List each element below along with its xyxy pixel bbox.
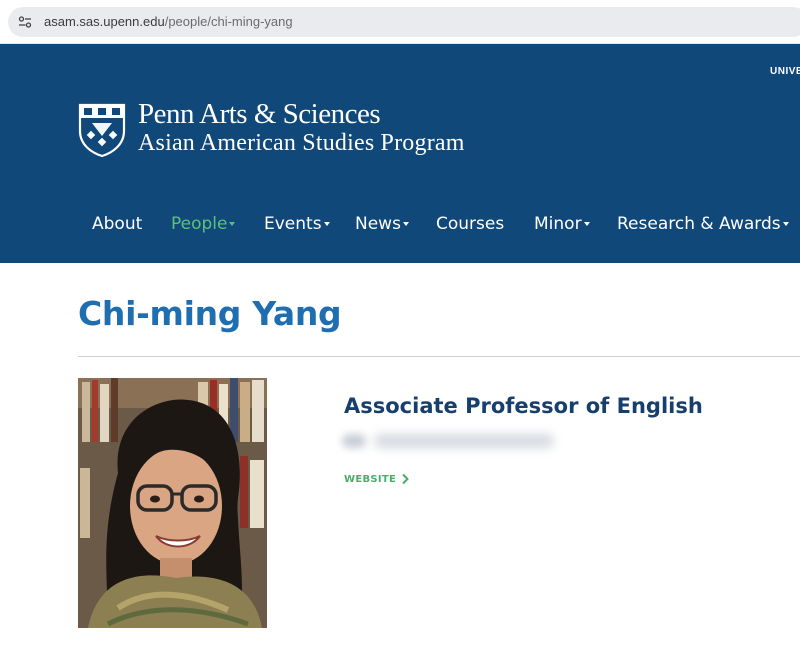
caret-down-icon	[782, 222, 789, 226]
address-bar[interactable]: asam.sas.upenn.edu/people/chi-ming-yang	[8, 7, 800, 37]
penn-shield-logo[interactable]	[78, 103, 126, 158]
caret-down-icon	[323, 222, 330, 226]
caret-down-icon	[402, 222, 409, 226]
title-divider	[78, 356, 800, 357]
email-text-blurred	[374, 434, 554, 448]
url-path: /people/chi-ming-yang	[164, 14, 293, 29]
nav-item-label: People	[171, 214, 228, 234]
university-link[interactable]: UNIVE	[770, 66, 800, 77]
nav-item-people[interactable]: People	[171, 214, 236, 234]
program-name[interactable]: Asian American Studies Program	[138, 130, 465, 157]
browser-toolbar: asam.sas.upenn.edu/people/chi-ming-yang	[0, 0, 800, 44]
job-title: Associate Professor of English	[344, 394, 703, 418]
nav-item-label: Events	[264, 214, 322, 234]
nav-item-news[interactable]: News	[355, 214, 409, 234]
site-info-icon[interactable]	[18, 15, 32, 29]
url-text[interactable]: asam.sas.upenn.edu/people/chi-ming-yang	[44, 14, 293, 29]
caret-down-icon	[229, 222, 236, 226]
chevron-right-icon[interactable]	[400, 473, 410, 485]
profile-photo	[78, 378, 267, 628]
email-icon	[342, 434, 366, 448]
page-title: Chi-ming Yang	[78, 294, 342, 333]
nav-item-label: News	[355, 214, 401, 234]
caret-down-icon	[583, 222, 590, 226]
nav-item-events[interactable]: Events	[264, 214, 330, 234]
nav-item-label: Courses	[436, 214, 505, 234]
nav-item-research-awards[interactable]: Research & Awards	[617, 214, 789, 234]
nav-item-label: Research & Awards	[617, 214, 781, 234]
nav-item-about[interactable]: About	[92, 214, 142, 234]
nav-item-courses[interactable]: Courses	[436, 214, 504, 234]
website-link[interactable]: WEBSITE	[344, 474, 396, 485]
nav-item-label: About	[92, 214, 143, 234]
brand-title[interactable]: Penn Arts & Sciences	[138, 98, 381, 131]
main-navigation: About People Events News Courses Minor R…	[0, 214, 800, 244]
site-header: UNIVE Penn Arts & Sciences Asian America…	[0, 44, 800, 263]
nav-item-label: Minor	[534, 214, 582, 234]
url-host: asam.sas.upenn.edu	[44, 14, 165, 29]
nav-item-minor[interactable]: Minor	[534, 214, 590, 234]
redacted-email	[334, 426, 564, 456]
